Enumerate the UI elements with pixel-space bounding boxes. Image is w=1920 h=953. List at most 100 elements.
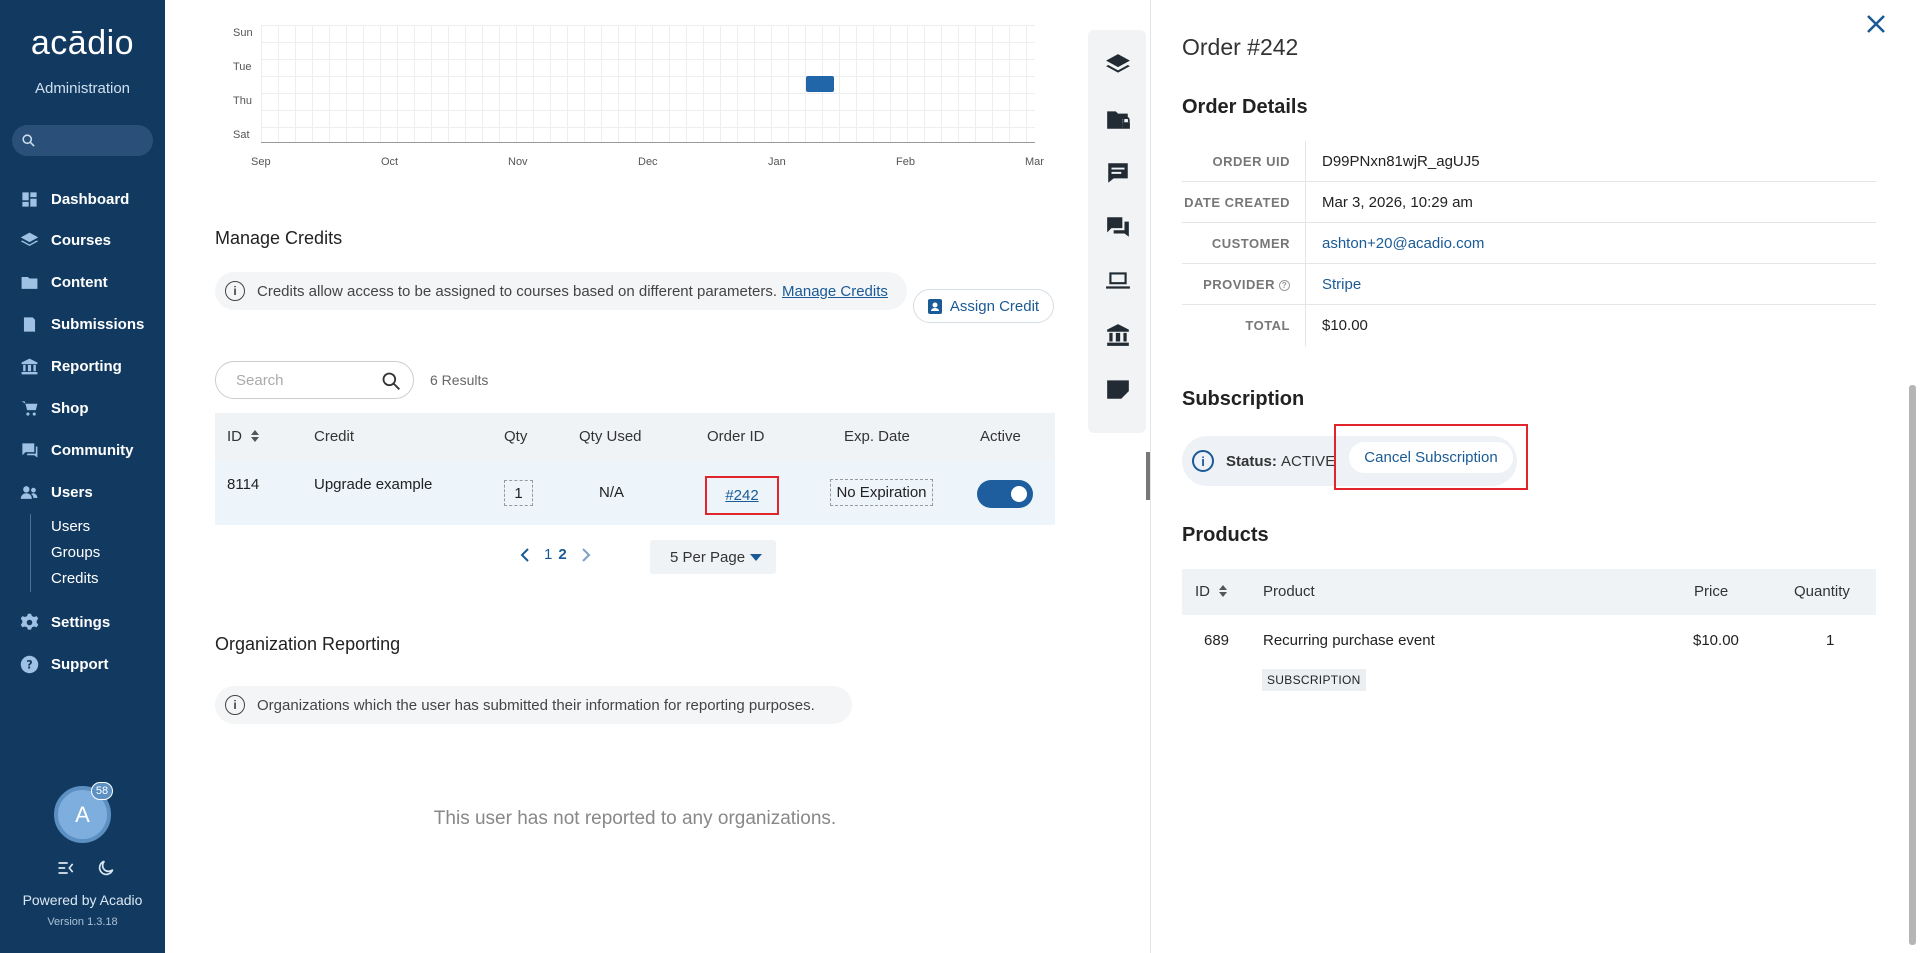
credit-id: 8114 [227, 476, 260, 493]
bank-icon[interactable] [1105, 322, 1131, 348]
results-count: 6 Results [430, 372, 489, 388]
products-table-header: ID Product Price Quantity [1182, 569, 1876, 615]
column-label: ID [227, 428, 242, 445]
credits-info-text: Credits allow access to be assigned to c… [257, 282, 778, 300]
help-icon[interactable]: ? [1279, 280, 1290, 291]
detail-label: PROVIDER [1203, 277, 1275, 292]
badge-icon [927, 299, 942, 314]
detail-row: TOTAL $10.00 [1182, 305, 1876, 346]
detail-label: DATE CREATED [1184, 195, 1290, 210]
subnav-item-groups[interactable]: Groups [51, 540, 100, 566]
panel-scrollbar[interactable] [1909, 385, 1916, 945]
sidebar-item-dashboard[interactable]: Dashboard [20, 187, 129, 211]
customer-email-link[interactable]: ashton+20@acadio.com [1322, 235, 1484, 252]
subscription-tag: SUBSCRIPTION [1262, 669, 1366, 691]
users-icon [20, 485, 38, 499]
provider-link[interactable]: Stripe [1322, 276, 1361, 293]
order-id-link[interactable]: #242 [725, 487, 758, 504]
sidebar-item-reporting[interactable]: Reporting [20, 354, 122, 378]
status-label: Status: [1226, 452, 1277, 470]
collapse-menu-icon[interactable] [56, 858, 76, 878]
version-label: Version 1.3.18 [47, 916, 118, 928]
column-header-id[interactable]: ID [1195, 583, 1228, 600]
sidebar-item-label: Support [51, 655, 109, 673]
subscription-heading: Subscription [1182, 388, 1305, 410]
order-panel-title: Order #242 [1182, 34, 1299, 60]
sidebar-item-settings[interactable]: Settings [20, 610, 110, 634]
note-icon[interactable] [1105, 376, 1131, 402]
heatmap-month-label: Mar [1025, 156, 1044, 168]
caret-down-icon [750, 554, 762, 561]
active-toggle[interactable] [977, 480, 1033, 508]
page-1[interactable]: 1 [544, 546, 552, 563]
layers-icon[interactable] [1105, 52, 1131, 78]
detail-row: PROVIDER? Stripe [1182, 264, 1876, 305]
gear-icon [20, 613, 39, 630]
sidebar-item-submissions[interactable]: Submissions [20, 312, 144, 336]
forum-icon[interactable] [1105, 214, 1131, 240]
heatmap-day-label: Tue [233, 61, 252, 73]
product-id: 689 [1204, 632, 1230, 649]
total-value: $10.00 [1322, 317, 1368, 334]
page-2[interactable]: 2 [558, 546, 566, 563]
sidebar-item-label: Shop [51, 399, 89, 417]
laptop-icon[interactable] [1105, 268, 1131, 294]
credit-name: Upgrade example [314, 476, 433, 493]
manage-credits-link[interactable]: Manage Credits [782, 283, 888, 300]
search-icon[interactable] [381, 371, 401, 391]
column-header-exp-date: Exp. Date [844, 428, 910, 445]
chevron-right-icon[interactable] [581, 547, 591, 562]
admin-label: Administration [34, 80, 131, 97]
sidebar-item-content[interactable]: Content [20, 270, 108, 294]
search-icon [22, 134, 35, 147]
sidebar: acādio Administration Dashboard Courses … [0, 0, 165, 953]
comment-icon[interactable] [1105, 160, 1131, 186]
per-page-select[interactable]: 5 Per Page [650, 540, 776, 574]
moon-icon[interactable] [96, 858, 116, 878]
sidebar-search-input[interactable] [12, 125, 153, 156]
sidebar-item-users[interactable]: Users [20, 480, 93, 504]
locked-folder-icon[interactable] [1105, 106, 1131, 132]
svg-text:?: ? [26, 658, 32, 671]
sidebar-item-support[interactable]: ? Support [20, 652, 109, 676]
credits-info-box: i Credits allow access to be assigned to… [215, 272, 907, 310]
subnav-item-credits[interactable]: Credits [51, 566, 100, 592]
order-id-highlight: #242 [705, 476, 779, 515]
sidebar-item-shop[interactable]: Shop [20, 396, 89, 420]
heatmap-day-label: Sat [233, 129, 250, 141]
assign-credit-button[interactable]: Assign Credit [913, 289, 1054, 323]
column-header-qty-used: Qty Used [579, 428, 642, 445]
column-header-id[interactable]: ID [227, 428, 260, 445]
chevron-left-icon[interactable] [520, 547, 530, 562]
org-reporting-info-text: Organizations which the user has submitt… [257, 696, 815, 714]
qty-value[interactable]: 1 [504, 480, 533, 506]
product-quantity: 1 [1826, 632, 1835, 649]
sidebar-item-label: Content [51, 273, 108, 291]
notification-badge: 58 [91, 782, 113, 800]
detail-row: ORDER UID D99PNxn81wjR_agUJ5 [1182, 141, 1876, 182]
expiration-value[interactable]: No Expiration [830, 479, 933, 506]
credits-search-input[interactable]: Search [215, 361, 414, 399]
sidebar-item-label: Submissions [51, 315, 145, 333]
product-name: Recurring purchase event [1263, 632, 1435, 649]
sidebar-item-community[interactable]: Community [20, 438, 134, 462]
subnav-item-users[interactable]: Users [51, 514, 100, 540]
sidebar-item-label: Dashboard [51, 190, 130, 208]
sort-icon [1219, 585, 1228, 597]
close-icon[interactable] [1864, 12, 1888, 36]
product-price: $10.00 [1693, 632, 1739, 649]
heatmap-day-label: Sun [233, 27, 253, 39]
activity-heatmap [261, 25, 1035, 143]
org-reporting-title: Organization Reporting [215, 634, 401, 654]
sidebar-item-courses[interactable]: Courses [20, 228, 111, 252]
chat-icon [22, 442, 38, 458]
heatmap-month-label: Dec [638, 156, 658, 168]
info-icon: i [225, 695, 245, 715]
date-created-value: Mar 3, 2026, 10:29 am [1322, 194, 1473, 211]
heatmap-month-label: Nov [508, 156, 528, 168]
cancel-subscription-button[interactable]: Cancel Subscription [1349, 441, 1513, 473]
manage-credits-title: Manage Credits [215, 228, 343, 248]
column-header-active: Active [980, 428, 1021, 445]
clipboard-icon [23, 316, 36, 332]
sidebar-item-label: Settings [51, 613, 111, 631]
